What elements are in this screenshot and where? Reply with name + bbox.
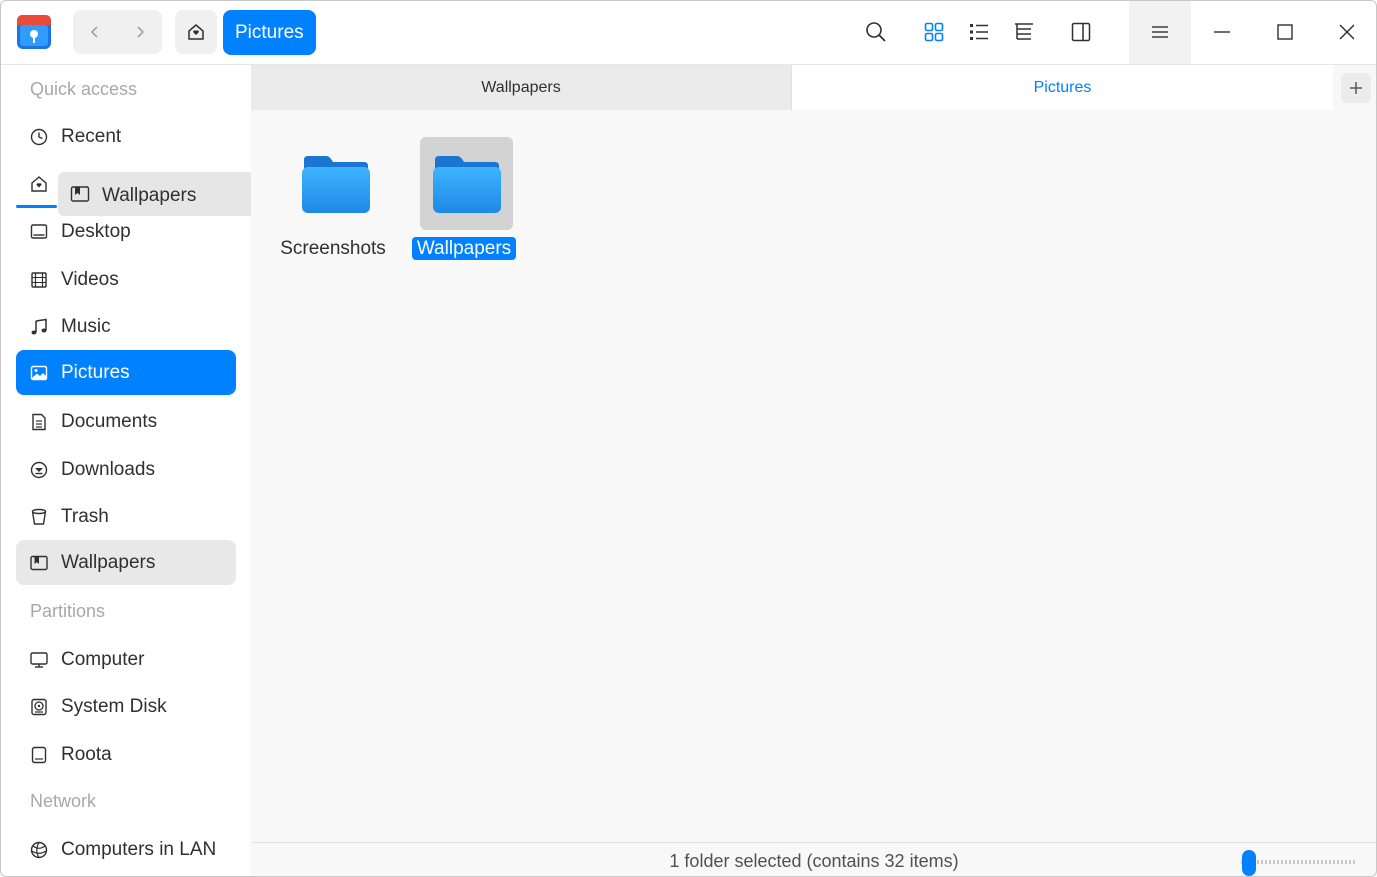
- sidebar-item-computer[interactable]: Computer: [16, 637, 236, 682]
- sidebar-item-pictures[interactable]: Pictures: [16, 350, 236, 395]
- sidebar-item-trash[interactable]: Trash: [16, 494, 236, 539]
- forward-arrow-icon: [137, 26, 145, 38]
- sidebar-item-wallpapers[interactable]: Wallpapers: [16, 540, 236, 585]
- sidebar-item-roota[interactable]: Roota: [16, 732, 236, 777]
- hamburger-menu-icon: [1152, 26, 1168, 38]
- network-icon: [29, 840, 49, 860]
- close-icon: [1339, 24, 1355, 40]
- add-tab-button[interactable]: [1341, 73, 1371, 103]
- minimize-icon: [1214, 31, 1230, 33]
- minimize-button[interactable]: [1206, 16, 1238, 48]
- maximize-button[interactable]: [1269, 16, 1301, 48]
- folder-icon: [289, 137, 382, 230]
- sidebar-item-label: Documents: [61, 411, 158, 432]
- sidebar-item-videos[interactable]: Videos: [16, 257, 236, 302]
- back-button[interactable]: [73, 10, 117, 54]
- bookmark-folder-icon: [29, 553, 49, 573]
- file-view[interactable]: Screenshots Wallpapers: [251, 110, 1377, 842]
- disk-icon: [29, 697, 49, 717]
- sidebar-item-label: Videos: [61, 269, 119, 290]
- forward-button[interactable]: [118, 10, 162, 54]
- section-title-network: Network: [30, 791, 97, 811]
- sidebar-item-downloads[interactable]: Downloads: [16, 447, 236, 492]
- sidebar-item-label: Desktop: [61, 221, 131, 242]
- sidebar-item-label: Downloads: [61, 459, 155, 480]
- slider-track: [1241, 860, 1357, 864]
- drop-indicator: [16, 205, 57, 208]
- icon-view-button[interactable]: [918, 16, 950, 48]
- title-bar: Pictures: [0, 0, 1377, 65]
- tree-view-icon: [1015, 23, 1033, 40]
- sidebar-item-desktop[interactable]: Desktop: [16, 209, 236, 254]
- download-icon: [29, 460, 49, 480]
- section-title-partitions: Partitions: [30, 601, 106, 621]
- back-arrow-icon: [90, 26, 98, 38]
- document-icon: [29, 412, 49, 432]
- maximize-icon: [1277, 24, 1293, 40]
- sidebar-item-label: Trash: [61, 506, 109, 527]
- clock-icon: [29, 127, 49, 147]
- file-item-name: Wallpapers: [404, 235, 524, 263]
- sidebar-item-home[interactable]: [16, 161, 57, 206]
- film-icon: [29, 270, 49, 290]
- section-title-quick-access: Quick access: [30, 79, 138, 99]
- tab-pictures[interactable]: Pictures: [791, 65, 1333, 110]
- file-manager-logo-icon: [15, 13, 53, 51]
- sidebar-item-label: Wallpapers: [61, 552, 156, 573]
- detail-pane-icon: [1071, 22, 1091, 42]
- home-breadcrumb-button[interactable]: [175, 10, 217, 54]
- tree-view-button[interactable]: [1008, 16, 1040, 48]
- list-view-button[interactable]: [963, 16, 995, 48]
- tab-wallpapers[interactable]: Wallpapers: [251, 65, 791, 110]
- main-menu-button[interactable]: [1129, 0, 1191, 64]
- status-bar: 1 folder selected (contains 32 items): [251, 842, 1377, 877]
- trash-icon: [29, 507, 49, 527]
- picture-icon: [29, 363, 49, 383]
- plus-icon: [1350, 82, 1362, 94]
- file-item-name: Screenshots: [280, 238, 386, 259]
- sidebar-item-label: Computer: [61, 649, 145, 670]
- home-icon: [29, 174, 49, 194]
- folder-icon: [420, 137, 513, 230]
- sidebar-item-label: Pictures: [61, 362, 130, 383]
- sidebar-item-label: Recent: [61, 126, 122, 147]
- status-text: 1 folder selected (contains 32 items): [669, 851, 959, 871]
- sidebar-item-computers-in-lan[interactable]: Computers in LAN: [16, 827, 236, 872]
- bookmark-folder-icon: [70, 184, 90, 204]
- sidebar-item-label: System Disk: [61, 696, 167, 717]
- sidebar-item-documents[interactable]: Documents: [16, 399, 236, 444]
- sidebar-item-label: Roota: [61, 744, 112, 765]
- sidebar-item-music[interactable]: Music: [16, 304, 236, 349]
- desktop-icon: [29, 222, 49, 242]
- icon-size-slider[interactable]: [1241, 850, 1357, 876]
- tab-bar: Wallpapers Pictures: [251, 65, 1377, 110]
- icon-view-icon: [924, 22, 944, 42]
- content-area: Wallpapers Pictures Screenshots Wallpape…: [251, 65, 1377, 877]
- slider-handle[interactable]: [1242, 850, 1256, 876]
- home-icon: [188, 24, 204, 40]
- search-button[interactable]: [860, 16, 892, 48]
- navigation-group: [73, 10, 162, 54]
- breadcrumb-pictures[interactable]: Pictures: [223, 10, 316, 55]
- search-icon: [866, 22, 886, 42]
- file-item-screenshots[interactable]: Screenshots: [273, 137, 393, 267]
- sidebar-item-system-disk[interactable]: System Disk: [16, 684, 236, 729]
- computer-icon: [29, 650, 49, 670]
- sidebar-item-label: Computers in LAN: [61, 839, 217, 860]
- sidebar: Quick access Recent Wallpapers Desktop V…: [0, 65, 277, 877]
- close-button[interactable]: [1331, 16, 1363, 48]
- list-view-icon: [970, 24, 988, 40]
- sidebar-item-recent[interactable]: Recent: [16, 114, 236, 159]
- file-item-wallpapers[interactable]: Wallpapers: [404, 137, 524, 267]
- music-note-icon: [29, 317, 49, 337]
- detail-pane-button[interactable]: [1065, 16, 1097, 48]
- drive-icon: [29, 745, 49, 765]
- sidebar-item-label: Music: [61, 316, 111, 337]
